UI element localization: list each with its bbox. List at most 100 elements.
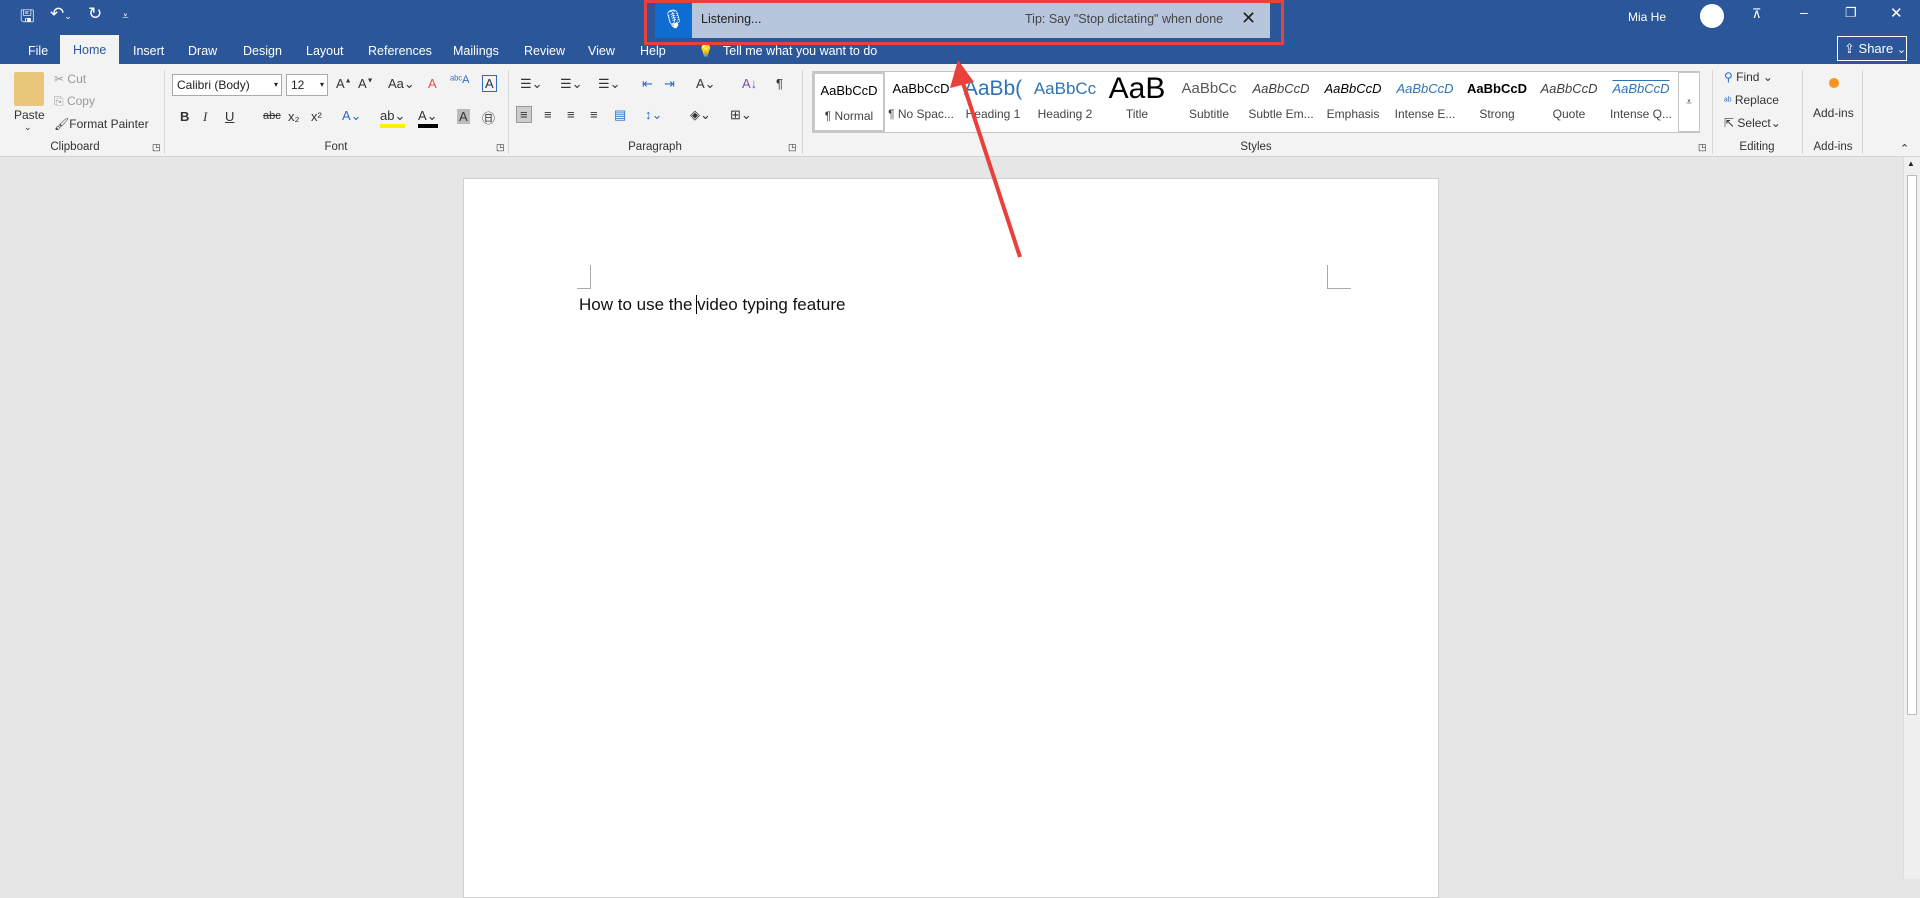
close-window-icon[interactable]: ✕ [1890,4,1903,22]
cut-button[interactable]: ✂ Cut [54,72,86,86]
tab-mailings[interactable]: Mailings [445,40,507,64]
style-item[interactable]: AaBbCcD ¶ No Spac... [885,72,957,132]
paste-icon[interactable] [14,72,44,106]
restore-icon[interactable]: ❐ [1845,5,1857,21]
align-left-icon[interactable]: ≡ [516,106,532,123]
enclose-characters-icon[interactable]: ㊐ [482,108,495,127]
share-button[interactable]: ⇪ Share ⌄ [1837,36,1907,61]
customize-icon[interactable]: ⩡ [122,9,129,24]
highlight-color-icon[interactable]: ab⌄ [380,108,406,128]
save-icon[interactable]: 🖫 [20,4,34,33]
vertical-scrollbar[interactable]: ▲ [1903,157,1920,879]
superscript-icon[interactable]: x² [311,109,322,124]
dialog-launcher-icon[interactable]: ◳ [788,142,797,153]
shrink-font-icon[interactable]: A▼ [358,76,374,91]
tab-references[interactable]: References [360,40,440,64]
group-label-paragraph: Paragraph [628,141,682,153]
divider [1862,70,1863,154]
style-preview: AaBbCcD [1396,81,1454,96]
share-icon: ⇪ [1844,41,1855,56]
undo-icon[interactable]: ↶⌄ [50,4,72,24]
character-border-icon[interactable]: A [482,75,497,92]
scroll-up-icon[interactable]: ▲ [1907,159,1915,168]
bold-button[interactable]: B [180,109,189,124]
tab-layout[interactable]: Layout [298,40,352,64]
decrease-indent-icon[interactable]: ⇤ [642,76,653,92]
borders-icon[interactable]: ⊞⌄ [730,107,752,123]
copy-button[interactable]: ⎘ Copy [54,94,95,109]
scrollbar-thumb[interactable] [1907,175,1917,715]
text-after-cursor: video typing feature [697,295,846,314]
font-size-value: 12 [291,78,305,92]
line-spacing-icon[interactable]: ↕⌄ [645,107,662,123]
italic-button[interactable]: I [203,109,207,125]
paste-button[interactable]: Paste [14,108,45,122]
font-name-dropdown[interactable]: Calibri (Body) ▾ [172,74,282,96]
tab-file[interactable]: File [20,40,56,64]
tab-insert[interactable]: Insert [125,40,172,64]
subscript-icon[interactable]: x₂ [288,109,300,124]
style-item[interactable]: AaBb(Heading 1 [957,72,1029,132]
redo-icon[interactable]: ↻ [88,4,102,24]
font-color-icon[interactable]: A⌄ [418,108,438,128]
strikethrough-button[interactable]: abc [263,110,281,122]
increase-indent-icon[interactable]: ⇥ [664,76,675,92]
show-formatting-icon[interactable]: ¶ [776,76,783,91]
divider [164,70,165,154]
format-painter-button[interactable]: 🖌Format Painter [54,117,149,131]
text-direction-icon[interactable]: A⌄ [696,76,716,92]
ribbon-display-options-icon[interactable]: ⊼ [1752,6,1762,22]
font-size-dropdown[interactable]: 12 ▾ [286,74,328,96]
style-name: Title [1125,107,1149,121]
tab-home[interactable]: Home [60,35,120,64]
format-painter-label: Format Painter [69,117,149,131]
dialog-launcher-icon[interactable]: ◳ [1698,142,1707,153]
style-item[interactable]: AaBbCcD Quote [1533,72,1605,132]
style-item[interactable]: AaBbCcD Intense E... [1389,72,1461,132]
bullets-icon[interactable]: ☰⌄ [520,76,543,92]
style-item[interactable]: AaBbCcD Strong [1461,72,1533,132]
collapse-ribbon-icon[interactable]: ⌃ [1900,142,1909,155]
character-shading-icon[interactable]: A [457,109,470,124]
dialog-launcher-icon[interactable]: ◳ [152,142,161,153]
tab-draw[interactable]: Draw [180,40,225,64]
clear-formatting-icon[interactable]: A [428,76,437,91]
justify-icon[interactable]: ≡ [590,107,598,122]
tab-design[interactable]: Design [235,40,290,64]
select-button[interactable]: ⇱ Select⌄ [1724,116,1781,130]
numbering-icon[interactable]: ☰⌄ [560,76,583,92]
style-item[interactable]: AaBbCc Subtitle [1173,72,1245,132]
styles-more-icon[interactable]: ⩡ [1678,72,1700,132]
change-case-button[interactable]: Aa⌄ [388,76,415,92]
style-item[interactable]: AaBbCc Heading 2 [1029,72,1101,132]
tab-review[interactable]: Review [516,40,573,64]
find-button[interactable]: ⚲ Find ⌄ [1724,70,1773,84]
underline-button[interactable]: U [225,109,234,124]
grow-font-icon[interactable]: A▲ [336,76,352,91]
distributed-icon[interactable]: ▤ [614,107,626,123]
tab-view[interactable]: View [580,40,623,64]
style-name: Emphasis [1326,107,1380,121]
sort-icon[interactable]: A↓ [742,76,757,91]
style-item[interactable]: AaBbCcD ¶ Normal [813,72,885,132]
style-item[interactable]: AaBbCcD Subtle Em... [1245,72,1317,132]
style-item[interactable]: AaBbCcD Intense Q... [1605,72,1677,132]
document-page[interactable]: How to use the video typing feature [463,178,1439,898]
style-item[interactable]: AaB Title [1101,72,1173,132]
align-center-icon[interactable]: ≡ [544,107,552,122]
phonetic-guide-icon[interactable]: ᵃᵇᶜA [450,74,469,86]
minimize-icon[interactable]: – [1800,4,1808,20]
replace-label: Replace [1734,93,1779,107]
shading-icon[interactable]: ◈⌄ [690,107,711,123]
dialog-launcher-icon[interactable]: ◳ [496,142,505,153]
align-right-icon[interactable]: ≡ [567,107,575,122]
multilevel-list-icon[interactable]: ☰⌄ [598,76,621,92]
style-preview: AaBbCcD [1467,81,1527,96]
replace-button[interactable]: ᵃᵇ Replace [1724,93,1779,107]
style-item[interactable]: AaBbCcD Emphasis [1317,72,1389,132]
avatar[interactable] [1700,4,1724,28]
text-effects-icon[interactable]: A⌄ [342,108,362,124]
group-label-editing: Editing [1739,141,1775,153]
document-text[interactable]: How to use the video typing feature [579,295,846,315]
add-ins-button[interactable]: Add-ins [1813,106,1854,120]
